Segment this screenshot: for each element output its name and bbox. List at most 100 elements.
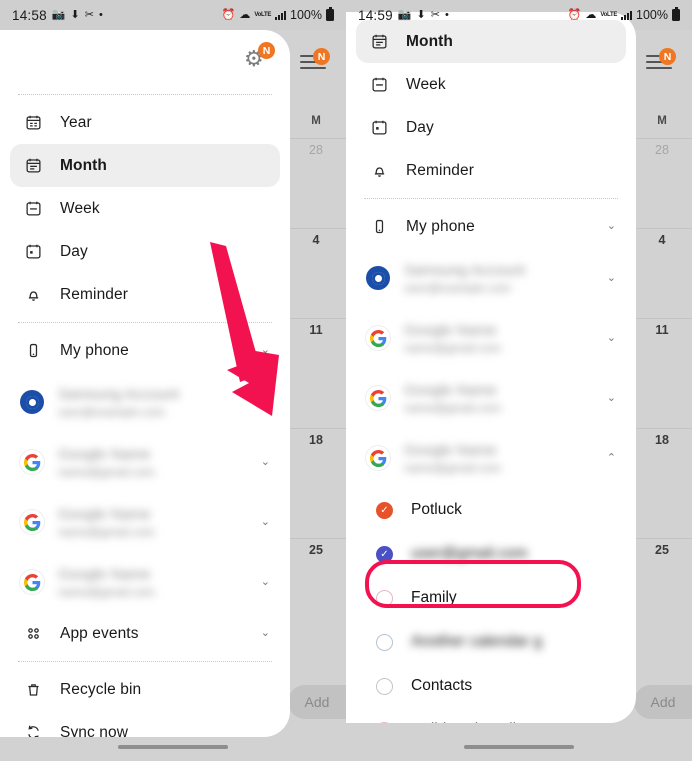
checkbox-unchecked-icon[interactable]	[376, 633, 393, 651]
calendar-checkbox-potluck[interactable]: ✓ Potluck	[356, 488, 626, 532]
chevron-down-icon[interactable]: ⌄	[261, 396, 270, 408]
gear-icon[interactable]: ⚙ N	[244, 42, 275, 72]
calendar-week-row[interactable]: 4	[286, 228, 346, 318]
checkbox-unchecked-icon[interactable]	[376, 677, 393, 695]
phone-icon	[366, 218, 392, 235]
drawer-item-my-phone[interactable]: My phone ⌄	[10, 329, 280, 372]
drawer-item-label: Year	[60, 113, 92, 131]
calendar-checkbox-contacts[interactable]: Contacts	[356, 664, 626, 708]
samsung-account-icon	[366, 266, 390, 290]
calendar-week-row[interactable]: 28	[632, 138, 692, 228]
chevron-down-icon[interactable]: ⌄	[607, 272, 616, 284]
alarm-icon: ⏰	[221, 8, 236, 21]
download-icon: ⬇	[70, 8, 80, 21]
calendar-checkbox-family[interactable]: Family	[356, 576, 626, 620]
drawer-item-recycle-bin[interactable]: Recycle bin	[10, 668, 280, 711]
chevron-down-icon[interactable]: ⌄	[607, 332, 616, 344]
divider	[18, 94, 272, 95]
drawer-item-reminder[interactable]: Reminder	[356, 149, 626, 192]
drawer-item-samsung-account[interactable]: Samsung Account user@example.com ⌄	[10, 372, 280, 432]
chevron-down-icon[interactable]: ⌄	[261, 628, 270, 639]
chevron-down-icon[interactable]: ⌄	[261, 516, 270, 528]
drawer-item-google-account[interactable]: Google Name name@gmail.com ⌄	[10, 432, 280, 492]
drawer-item-year[interactable]: Year	[10, 101, 280, 144]
calendar-week-row[interactable]: 18	[286, 428, 346, 518]
checkbox-unchecked-icon[interactable]	[376, 589, 393, 607]
drawer-item-week[interactable]: Week	[356, 63, 626, 106]
drawer-item-google-account[interactable]: Google Name name@gmail.com ⌄	[10, 552, 280, 612]
left-navigation-drawer: ⚙ N Year Month Week Day Reminder My phon…	[0, 30, 290, 737]
chevron-down-icon[interactable]: ⌄	[261, 576, 270, 588]
drawer-item-day[interactable]: Day	[356, 106, 626, 149]
drawer-item-my-phone[interactable]: My phone ⌄	[356, 205, 626, 248]
calendar-week-row[interactable]: 18	[632, 428, 692, 518]
calendar-week-row[interactable]: 25	[632, 538, 692, 628]
checkbox-checked-icon[interactable]: ✓	[376, 501, 393, 519]
download-icon: ⬇	[416, 8, 426, 21]
hamburger-menu-icon[interactable]: N	[646, 48, 676, 72]
drawer-item-label: App events	[60, 624, 139, 642]
drawer-item-month[interactable]: Month	[10, 144, 280, 187]
left-status-bar: 14:58 📷 ⬇ ✂ • ⏰ ☁ VoLTE 100%	[0, 0, 346, 30]
account-name-blurred: Google Name	[58, 565, 151, 583]
bell-icon	[20, 286, 46, 303]
calendar-week-icon	[20, 200, 46, 217]
battery-percent: 100%	[636, 8, 668, 22]
calendar-name: Potluck	[411, 501, 462, 518]
account-name-blurred: Samsung Account	[404, 261, 525, 279]
navigation-pill	[464, 745, 574, 749]
chevron-down-icon[interactable]: ⌄	[261, 456, 270, 468]
add-event-button[interactable]: Add	[288, 685, 346, 719]
checkbox-unchecked-icon[interactable]	[376, 721, 393, 723]
calendar-name: Contacts	[411, 677, 473, 694]
calendar-week-row[interactable]: 28	[286, 138, 346, 228]
drawer-header: ⚙ N	[0, 30, 290, 88]
drawer-item-label: Reminder	[406, 161, 474, 179]
calendar-checkbox-blurred[interactable]: Another calendar g	[356, 620, 626, 664]
account-email-blurred: name@gmail.com	[404, 340, 501, 355]
chevron-down-icon[interactable]: ⌄	[261, 345, 270, 356]
calendar-date: 25	[309, 543, 323, 557]
divider	[18, 322, 272, 323]
calendar-week-row[interactable]: 11	[286, 318, 346, 408]
calendar-week-icon	[366, 76, 392, 93]
drawer-item-label: Week	[406, 75, 446, 93]
divider	[18, 661, 272, 662]
calendar-name: Holidays in India	[411, 721, 525, 723]
chevron-down-icon[interactable]: ⌄	[607, 392, 616, 404]
dot-icon: •	[98, 8, 103, 21]
status-time: 14:58	[12, 7, 47, 23]
drawer-item-week[interactable]: Week	[10, 187, 280, 230]
alarm-icon: ⏰	[567, 8, 582, 21]
drawer-item-label: Recycle bin	[60, 680, 142, 698]
calendar-week-row[interactable]: 4	[632, 228, 692, 318]
chevron-up-icon[interactable]: ⌃	[607, 452, 616, 464]
drawer-item-reminder[interactable]: Reminder	[10, 273, 280, 316]
account-email-blurred: name@gmail.com	[404, 400, 501, 415]
chevron-down-icon[interactable]: ⌄	[607, 221, 616, 232]
add-event-button[interactable]: Add	[634, 685, 692, 719]
calendar-month-icon	[366, 33, 392, 50]
drawer-item-google-account[interactable]: Google Name name@gmail.com ⌄	[356, 308, 626, 368]
drawer-item-label: My phone	[60, 341, 129, 359]
drawer-item-google-account[interactable]: Google Name name@gmail.com ⌄	[356, 368, 626, 428]
calendar-name-blurred: user@gmail.com	[411, 545, 528, 562]
screenshot-root: N M 28 4 11 18 25 Add ⚙ N Year Month Wee…	[0, 0, 692, 761]
account-email-blurred: name@gmail.com	[404, 460, 501, 475]
drawer-item-app-events[interactable]: App events ⌄	[10, 612, 280, 655]
calendar-checkbox-email[interactable]: ✓ user@gmail.com	[356, 532, 626, 576]
drawer-item-samsung-account[interactable]: Samsung Account user@example.com ⌄	[356, 248, 626, 308]
drawer-item-google-account[interactable]: Google Name name@gmail.com ⌄	[10, 492, 280, 552]
calendar-week-row[interactable]: 11	[632, 318, 692, 408]
drawer-item-google-account-expanded[interactable]: Google Name name@gmail.com ⌃	[356, 428, 626, 488]
calendar-week-row[interactable]: 25	[286, 538, 346, 628]
drawer-item-sync-now[interactable]: Sync now	[10, 711, 280, 737]
account-email-blurred: name@gmail.com	[58, 584, 155, 599]
bell-icon	[366, 162, 392, 179]
calendar-checkbox-holidays-in-india[interactable]: Holidays in India	[356, 708, 626, 723]
checkbox-checked-icon[interactable]: ✓	[376, 545, 393, 563]
hamburger-menu-icon[interactable]: N	[300, 48, 330, 72]
drawer-item-day[interactable]: Day	[10, 230, 280, 273]
calendar-date: 11	[309, 323, 323, 337]
volte-icon: VoLTE	[254, 12, 272, 18]
